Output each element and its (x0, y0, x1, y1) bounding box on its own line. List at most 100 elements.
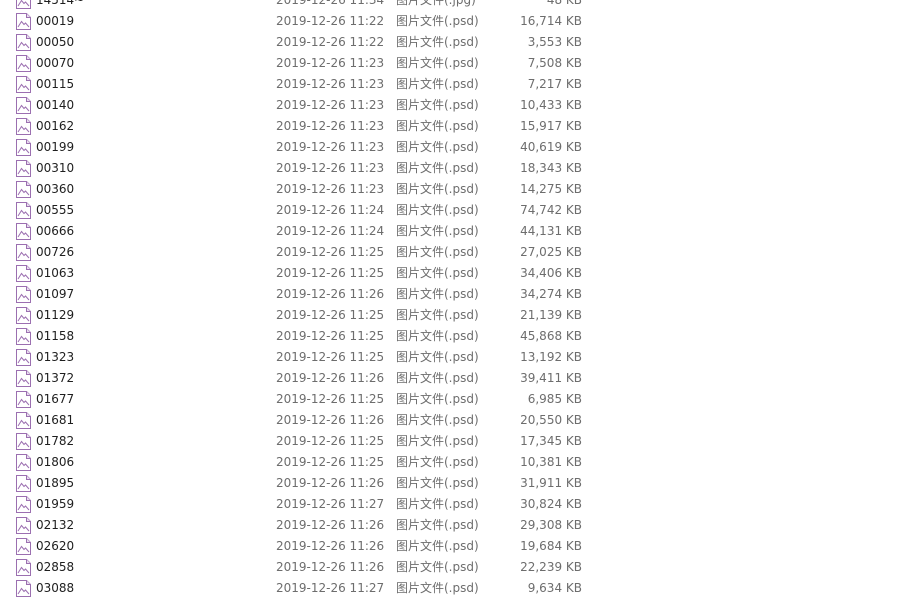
file-row[interactable]: 00070 2019-12-26 11:23 图片文件(.psd) 7,508 … (0, 53, 903, 74)
file-modified-date: 2019-12-26 11:34 (276, 0, 385, 7)
file-modified-date: 2019-12-26 11:23 (276, 140, 385, 154)
file-size: 15,917 KB (520, 119, 582, 133)
file-row[interactable]: 00726 2019-12-26 11:25 图片文件(.psd) 27,025… (0, 242, 903, 263)
file-size: 19,684 KB (520, 539, 582, 553)
file-row[interactable]: 02132 2019-12-26 11:26 图片文件(.psd) 29,308… (0, 515, 903, 536)
file-size: 29,308 KB (520, 518, 582, 532)
file-type: 图片文件(.psd) (396, 14, 479, 28)
file-size: 34,274 KB (520, 287, 582, 301)
file-type: 图片文件(.psd) (396, 182, 479, 196)
file-modified-date: 2019-12-26 11:22 (276, 14, 385, 28)
file-size: 7,508 KB (527, 56, 582, 70)
file-name: 00050 (36, 35, 75, 49)
file-modified-date: 2019-12-26 11:25 (276, 434, 385, 448)
file-row[interactable]: 00140 2019-12-26 11:23 图片文件(.psd) 10,433… (0, 95, 903, 116)
image-file-icon (15, 475, 32, 492)
file-type: 图片文件(.psd) (396, 245, 479, 259)
image-file-icon (15, 55, 32, 72)
file-row[interactable]: 00666 2019-12-26 11:24 图片文件(.psd) 44,131… (0, 221, 903, 242)
file-modified-date: 2019-12-26 11:23 (276, 98, 385, 112)
file-type: 图片文件(.psd) (396, 56, 479, 70)
file-size: 31,911 KB (520, 476, 582, 490)
file-row[interactable]: 01158 2019-12-26 11:25 图片文件(.psd) 45,868… (0, 326, 903, 347)
image-file-icon (15, 139, 32, 156)
image-file-icon (15, 0, 32, 9)
file-type: 图片文件(.psd) (396, 350, 479, 364)
file-name: 00199 (36, 140, 75, 154)
file-type: 图片文件(.psd) (396, 203, 479, 217)
file-row[interactable]: 01372 2019-12-26 11:26 图片文件(.psd) 39,411… (0, 368, 903, 389)
file-row[interactable]: 01677 2019-12-26 11:25 图片文件(.psd) 6,985 … (0, 389, 903, 410)
file-modified-date: 2019-12-26 11:25 (276, 266, 385, 280)
file-name: 03088 (36, 581, 75, 595)
file-size: 13,192 KB (520, 350, 582, 364)
file-size: 10,381 KB (520, 455, 582, 469)
file-size: 27,025 KB (520, 245, 582, 259)
file-name: 01097 (36, 287, 75, 301)
file-row[interactable]: 01323 2019-12-26 11:25 图片文件(.psd) 13,192… (0, 347, 903, 368)
file-name: 01677 (36, 392, 75, 406)
image-file-icon (15, 160, 32, 177)
file-type: 图片文件(.psd) (396, 140, 479, 154)
file-type: 图片文件(.psd) (396, 308, 479, 322)
file-name: 02620 (36, 539, 75, 553)
file-row[interactable]: 00310 2019-12-26 11:23 图片文件(.psd) 18,343… (0, 158, 903, 179)
file-modified-date: 2019-12-26 11:22 (276, 35, 385, 49)
file-row[interactable]: 00555 2019-12-26 11:24 图片文件(.psd) 74,742… (0, 200, 903, 221)
file-row[interactable]: 03088 2019-12-26 11:27 图片文件(.psd) 9,634 … (0, 578, 903, 599)
file-row[interactable]: 00115 2019-12-26 11:23 图片文件(.psd) 7,217 … (0, 74, 903, 95)
file-name: 02858 (36, 560, 75, 574)
file-name: 00360 (36, 182, 75, 196)
file-type: 图片文件(.psd) (396, 581, 479, 595)
file-row[interactable]: 02858 2019-12-26 11:26 图片文件(.psd) 22,239… (0, 557, 903, 578)
file-type: 图片文件(.psd) (396, 287, 479, 301)
image-file-icon (15, 13, 32, 30)
file-modified-date: 2019-12-26 11:25 (276, 308, 385, 322)
file-row[interactable]: 14514~ 2019-12-26 11:34 图片文件(.jpg) 48 KB (0, 0, 903, 11)
file-row[interactable]: 01681 2019-12-26 11:26 图片文件(.psd) 20,550… (0, 410, 903, 431)
file-row[interactable]: 00199 2019-12-26 11:23 图片文件(.psd) 40,619… (0, 137, 903, 158)
file-type: 图片文件(.psd) (396, 539, 479, 553)
file-type: 图片文件(.psd) (396, 371, 479, 385)
image-file-icon (15, 349, 32, 366)
image-file-icon (15, 34, 32, 51)
file-name: 01158 (36, 329, 75, 343)
file-type: 图片文件(.psd) (396, 119, 479, 133)
file-modified-date: 2019-12-26 11:27 (276, 497, 385, 511)
file-row[interactable]: 01782 2019-12-26 11:25 图片文件(.psd) 17,345… (0, 431, 903, 452)
file-type: 图片文件(.psd) (396, 518, 479, 532)
file-row[interactable]: 00019 2019-12-26 11:22 图片文件(.psd) 16,714… (0, 11, 903, 32)
file-name: 00140 (36, 98, 75, 112)
file-row[interactable]: 00050 2019-12-26 11:22 图片文件(.psd) 3,553 … (0, 32, 903, 53)
image-file-icon (15, 433, 32, 450)
file-row[interactable]: 01097 2019-12-26 11:26 图片文件(.psd) 34,274… (0, 284, 903, 305)
file-modified-date: 2019-12-26 11:25 (276, 392, 385, 406)
file-type: 图片文件(.jpg) (396, 0, 476, 7)
file-size: 22,239 KB (520, 560, 582, 574)
file-name: 00162 (36, 119, 75, 133)
file-size: 45,868 KB (520, 329, 582, 343)
file-row[interactable]: 01129 2019-12-26 11:25 图片文件(.psd) 21,139… (0, 305, 903, 326)
file-size: 39,411 KB (520, 371, 582, 385)
file-name: 01323 (36, 350, 75, 364)
file-row[interactable]: 01959 2019-12-26 11:27 图片文件(.psd) 30,824… (0, 494, 903, 515)
image-file-icon (15, 97, 32, 114)
file-modified-date: 2019-12-26 11:23 (276, 56, 385, 70)
file-row[interactable]: 01806 2019-12-26 11:25 图片文件(.psd) 10,381… (0, 452, 903, 473)
file-size: 10,433 KB (520, 98, 582, 112)
file-size: 44,131 KB (520, 224, 582, 238)
file-type: 图片文件(.psd) (396, 329, 479, 343)
file-type: 图片文件(.psd) (396, 266, 479, 280)
file-name: 00666 (36, 224, 75, 238)
file-type: 图片文件(.psd) (396, 98, 479, 112)
file-row[interactable]: 02620 2019-12-26 11:26 图片文件(.psd) 19,684… (0, 536, 903, 557)
file-row[interactable]: 01063 2019-12-26 11:25 图片文件(.psd) 34,406… (0, 263, 903, 284)
file-name: 00555 (36, 203, 75, 217)
file-modified-date: 2019-12-26 11:26 (276, 539, 385, 553)
file-modified-date: 2019-12-26 11:25 (276, 245, 385, 259)
file-row[interactable]: 00162 2019-12-26 11:23 图片文件(.psd) 15,917… (0, 116, 903, 137)
file-size: 30,824 KB (520, 497, 582, 511)
file-name: 01782 (36, 434, 75, 448)
file-row[interactable]: 00360 2019-12-26 11:23 图片文件(.psd) 14,275… (0, 179, 903, 200)
file-row[interactable]: 01895 2019-12-26 11:26 图片文件(.psd) 31,911… (0, 473, 903, 494)
